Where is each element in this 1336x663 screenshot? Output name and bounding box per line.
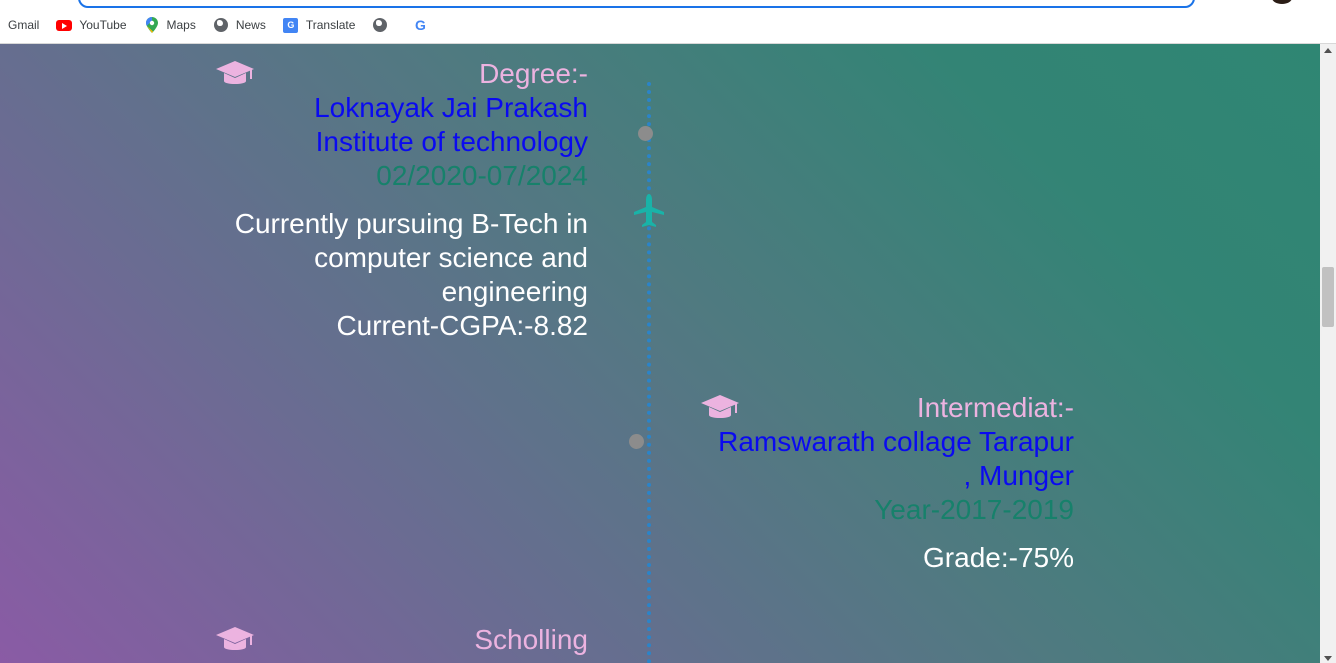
bookmark-maps[interactable]: Maps [144,17,196,33]
entry-institute: Ramswarath collage Tarapur [718,426,1074,457]
timeline-line [647,82,651,663]
description-line: Grade:-75% [923,542,1074,573]
bookmark-gmail[interactable]: Gmail [8,18,39,32]
education-timeline-section: Degree:- Loknayak Jai Prakash Institute … [0,44,1320,663]
bookmark-translate[interactable]: G Translate [283,17,356,33]
airplane-icon [634,194,664,227]
profile-avatar[interactable] [1272,0,1292,4]
entry-institute: Institute of technology [315,126,588,157]
youtube-icon [56,17,73,33]
globe-icon [372,17,388,33]
timeline-entry-degree: Degree:- Loknayak Jai Prakash Institute … [168,57,588,343]
timeline-entry-intermediate: Intermediat:- Ramswarath collage Tarapur… [654,391,1074,575]
bookmark-label: Translate [305,18,356,32]
description-line: Currently pursuing B-Tech in [234,208,588,239]
scroll-down-arrow-icon[interactable] [1324,656,1332,661]
bookmark-globe[interactable] [372,17,395,33]
bookmark-google[interactable]: G [412,17,435,33]
entry-title: Degree:- [479,58,588,89]
page-scrollbar[interactable] [1320,44,1336,663]
bookmark-label: Maps [166,18,196,32]
maps-icon [144,17,160,33]
entry-description: Currently pursuing B-Tech in computer sc… [168,207,588,343]
entry-dates: 02/2020-07/2024 [376,160,588,191]
description-line: computer science and [314,242,588,273]
description-line: engineering [441,276,588,307]
entry-institute: Loknayak Jai Prakash [314,92,588,123]
bookmark-label: News [235,18,266,32]
browser-toolbar: Gmail YouTube Maps News G Translate G [0,0,1336,44]
description-line: Current-CGPA:-8.82 [336,310,588,341]
entry-title: Scholling [474,624,588,655]
bookmarks-bar: Gmail YouTube Maps News G Translate G [0,14,452,36]
entry-title: Intermediat:- [916,392,1074,423]
scrollbar-thumb[interactable] [1322,267,1334,327]
bookmark-youtube[interactable]: YouTube [56,17,127,33]
bookmark-label: YouTube [79,18,127,32]
timeline-dot [629,434,644,449]
scroll-up-arrow-icon[interactable] [1324,48,1332,53]
timeline-entry-schooling: Scholling [168,623,588,657]
translate-icon: G [283,17,299,33]
entry-institute: , Munger [963,460,1075,491]
entry-description: Grade:-75% [654,541,1074,575]
globe-icon [213,17,229,33]
entry-dates: Year-2017-2019 [874,494,1074,525]
timeline-dot [638,126,653,141]
address-bar[interactable] [78,0,1195,8]
bookmark-label: Gmail [8,18,40,32]
google-icon: G [414,17,426,33]
bookmark-news[interactable]: News [213,17,266,33]
